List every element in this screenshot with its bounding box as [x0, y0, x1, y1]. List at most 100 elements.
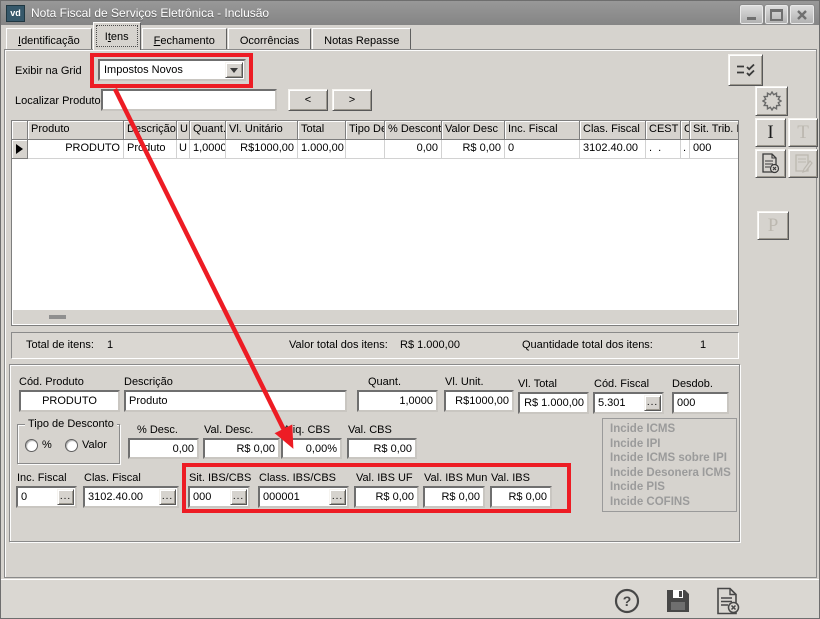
text-button-disabled: T — [788, 118, 818, 147]
app-window: vd Nota Fiscal de Serviços Eletrônica - … — [0, 0, 820, 619]
save-button[interactable] — [663, 586, 693, 616]
pct-desc-input[interactable] — [130, 440, 197, 457]
tab-fechamento[interactable]: Fechamento — [142, 28, 227, 50]
val-ibs-input[interactable] — [492, 488, 550, 506]
total-value-label: Valor total dos itens: — [289, 339, 388, 351]
quant-input[interactable] — [359, 392, 436, 410]
discount-percent-radio[interactable] — [25, 439, 38, 452]
cell-quant[interactable]: 1,0000 — [190, 140, 226, 159]
aliq-cbs-label: Aliq. CBS — [283, 424, 330, 436]
cell-pct-desconto[interactable]: 0,00 — [385, 140, 442, 159]
cell-sit-trib-ibs[interactable]: 000 — [690, 140, 739, 159]
grid-filter-combobox[interactable]: Impostos Novos — [98, 59, 246, 81]
table-row[interactable]: PRODUTO Produto U 1,0000 R$1000,00 1.000… — [12, 140, 738, 159]
val-desc-input[interactable] — [205, 440, 278, 457]
sit-ibs-cbs-field-box: ... — [188, 486, 250, 508]
aliq-cbs-input[interactable] — [283, 440, 340, 457]
descricao-label: Descrição — [124, 376, 173, 388]
grid-horizontal-scrollbar[interactable] — [13, 310, 737, 324]
search-product-label: Localizar Produto — [15, 95, 101, 107]
cell-vl-unitario[interactable]: R$1000,00 — [226, 140, 298, 159]
search-prev-button[interactable]: < — [288, 89, 328, 111]
tab-ocorrencias[interactable]: Ocorrências — [228, 28, 311, 50]
col-tipo-des[interactable]: Tipo Des — [346, 121, 385, 140]
tab-notas-repasse[interactable]: Notas Repasse — [312, 28, 411, 50]
cell-inc-fiscal[interactable]: 0 — [505, 140, 580, 159]
desdob-label: Desdob. — [672, 378, 713, 390]
tax-incidence-list: Incide ICMS Incide IPI Incide ICMS sobre… — [602, 418, 737, 512]
list-item: Incide Desonera ICMS — [610, 466, 736, 481]
col-pct-desconto[interactable]: % Desconto — [385, 121, 442, 140]
pct-desc-label: % Desc. — [137, 424, 178, 436]
quant-field-box — [357, 390, 438, 412]
search-product-input[interactable] — [103, 91, 275, 109]
val-cbs-input[interactable] — [349, 440, 415, 457]
search-next-button[interactable]: > — [332, 89, 372, 111]
col-clas-fiscal[interactable]: Clas. Fiscal — [580, 121, 646, 140]
col-descricao[interactable]: Descrição — [124, 121, 177, 140]
maximize-button[interactable] — [765, 5, 788, 24]
vl-unit-input[interactable] — [446, 392, 512, 410]
seal-button[interactable] — [755, 86, 788, 116]
cell-u[interactable]: U — [177, 140, 190, 159]
app-icon: vd — [6, 5, 25, 22]
cell-total[interactable]: 1.000,00 — [298, 140, 346, 159]
tab-itens[interactable]: Itens — [93, 22, 141, 50]
cod-produto-input[interactable] — [21, 392, 118, 410]
descricao-input[interactable] — [126, 392, 345, 410]
col-sit-trib-ibs[interactable]: Sit. Trib. IB — [690, 121, 739, 140]
val-ibs-uf-input[interactable] — [356, 488, 417, 506]
inc-fiscal-label: Inc. Fiscal — [17, 472, 67, 484]
cell-cest[interactable]: . . — [646, 140, 681, 159]
col-total[interactable]: Total — [298, 121, 346, 140]
discount-value-radio[interactable] — [65, 439, 78, 452]
vl-total-input[interactable] — [520, 394, 587, 412]
cell-cl[interactable]: . — [681, 140, 690, 159]
inc-fiscal-field-box: ... — [16, 486, 77, 508]
desdob-input[interactable] — [674, 394, 727, 412]
col-inc-fiscal[interactable]: Inc. Fiscal — [505, 121, 580, 140]
cell-valor-desc[interactable]: R$ 0,00 — [442, 140, 505, 159]
val-ibs-mun-input[interactable] — [425, 488, 483, 506]
tab-identificacao[interactable]: Identificação — [6, 28, 92, 50]
window-title: Nota Fiscal de Serviços Eletrônica - Inc… — [31, 6, 269, 20]
col-produto[interactable]: Produto — [28, 121, 124, 140]
cell-tipo-des[interactable] — [346, 140, 385, 159]
val-ibs-uf-field-box — [354, 486, 419, 508]
clas-fiscal-lookup-button[interactable]: ... — [159, 489, 176, 505]
cell-clas-fiscal[interactable]: 3102.40.00 — [580, 140, 646, 159]
col-vl-unitario[interactable]: Vl. Unitário — [226, 121, 298, 140]
inc-fiscal-lookup-button[interactable]: ... — [57, 489, 74, 505]
val-cbs-label: Val. CBS — [348, 424, 392, 436]
col-quant[interactable]: Quant. — [190, 121, 226, 140]
class-ibs-cbs-lookup-button[interactable]: ... — [329, 489, 346, 505]
note-edit-icon — [794, 153, 813, 174]
grid-filter-label: Exibir na Grid — [15, 65, 82, 77]
cell-produto[interactable]: PRODUTO — [28, 140, 124, 159]
combobox-dropdown-button[interactable] — [225, 62, 243, 78]
list-item: Incide COFINS — [610, 495, 736, 510]
col-cest[interactable]: CEST — [646, 121, 681, 140]
col-cl[interactable]: Cl — [681, 121, 690, 140]
minimize-button[interactable] — [740, 5, 763, 24]
close-button[interactable] — [790, 5, 814, 24]
col-u[interactable]: U — [177, 121, 190, 140]
svg-text:?: ? — [623, 593, 632, 609]
bottom-toolbar: ? — [1, 579, 819, 619]
scrollbar-thumb[interactable] — [49, 315, 66, 319]
sit-ibs-cbs-lookup-button[interactable]: ... — [230, 489, 247, 505]
delete-item-button[interactable] — [755, 149, 786, 178]
discount-percent-label: % — [42, 439, 52, 451]
items-grid[interactable]: Produto Descrição U Quant. Vl. Unitário … — [11, 120, 739, 326]
cell-descricao[interactable]: Produto — [124, 140, 177, 159]
checklist-button[interactable] — [728, 54, 763, 86]
cod-fiscal-lookup-button[interactable]: ... — [644, 395, 661, 411]
insert-item-button[interactable]: I — [755, 118, 786, 147]
cancel-button[interactable] — [713, 586, 743, 616]
list-item: Incide ICMS — [610, 422, 736, 437]
vl-total-field-box — [518, 392, 589, 414]
col-valor-desc[interactable]: Valor Desc — [442, 121, 505, 140]
class-ibs-cbs-field-box: ... — [258, 486, 349, 508]
help-icon: ? — [613, 587, 641, 615]
help-button[interactable]: ? — [612, 586, 642, 616]
